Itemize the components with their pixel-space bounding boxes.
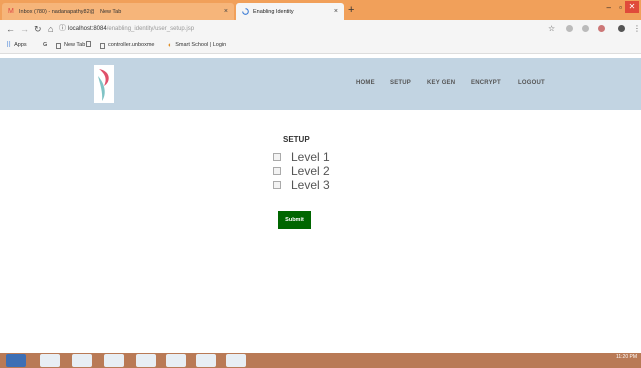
- nav-home[interactable]: HOME: [356, 80, 375, 86]
- smart-school-icon: ◐: [168, 42, 173, 49]
- address-bar: ← → ↻ ⌂ ⓘ localhost:8084/enabling_identi…: [0, 20, 641, 38]
- level-1-checkbox[interactable]: [273, 152, 281, 161]
- page-favicon-icon: [242, 8, 249, 15]
- close-icon[interactable]: ×: [334, 8, 338, 15]
- nav-setup[interactable]: SETUP: [390, 80, 411, 86]
- menu-icon[interactable]: ⋮: [633, 23, 641, 35]
- level-2-option[interactable]: Level 2: [273, 163, 330, 178]
- level-3-label: Level 3: [291, 177, 330, 192]
- reload-icon[interactable]: ↻: [34, 23, 42, 35]
- bookmark-new-tab[interactable]: New Tab: [56, 41, 85, 50]
- window-close-icon[interactable]: ✕: [625, 1, 639, 13]
- url-path: /enabling_identity/user_setup.jsp: [106, 26, 195, 32]
- bookmark-google[interactable]: G: [43, 41, 47, 50]
- tab-title: New Tab: [100, 8, 122, 15]
- bookmark-page[interactable]: [86, 41, 94, 47]
- submit-button[interactable]: Submit: [278, 211, 311, 229]
- nav-logout[interactable]: LOGOUT: [518, 80, 545, 86]
- bookmarks-bar: ⠿ Apps G New Tab controller.unboxme ◐ Sm…: [0, 38, 641, 54]
- url-host: localhost:8084: [68, 26, 107, 32]
- page-icon: [56, 42, 61, 49]
- new-tab-button[interactable]: +: [348, 3, 354, 17]
- app-taskbar-icon[interactable]: [104, 354, 124, 367]
- firefox-taskbar-icon[interactable]: [72, 354, 92, 367]
- os-taskbar: 11:20 PM: [0, 353, 641, 368]
- extension-icon[interactable]: [566, 25, 573, 32]
- back-icon[interactable]: ←: [6, 23, 15, 35]
- level-1-label: Level 1: [291, 149, 330, 164]
- bookmark-controller[interactable]: controller.unboxme: [100, 41, 154, 50]
- start-icon[interactable]: [6, 354, 26, 367]
- word-taskbar-icon[interactable]: [196, 354, 216, 367]
- level-1-option[interactable]: Level 1: [273, 149, 330, 164]
- maximize-icon[interactable]: ▫: [619, 2, 622, 14]
- bookmark-apps[interactable]: ⠿ Apps: [6, 41, 27, 50]
- url-field[interactable]: localhost:8084/enabling_identity/user_se…: [68, 23, 194, 35]
- gmail-icon: M: [8, 8, 14, 15]
- folder-taskbar-icon[interactable]: [136, 354, 156, 367]
- nav-encrypt[interactable]: ENCRYPT: [471, 80, 501, 86]
- level-3-checkbox[interactable]: [273, 180, 281, 189]
- setup-title: SETUP: [283, 135, 310, 144]
- nav-key-gen[interactable]: KEY GEN: [427, 80, 455, 86]
- extension-icon[interactable]: [582, 25, 589, 32]
- minimize-icon[interactable]: –: [607, 2, 611, 14]
- info-icon[interactable]: ⓘ: [59, 23, 66, 35]
- page-icon: [86, 41, 91, 47]
- browser-tab-strip: M Inbox (780) - nadanapathy82@g New Tab …: [0, 0, 641, 20]
- bookmark-smart-school[interactable]: ◐ Smart School | Login: [168, 41, 226, 50]
- page-icon: [100, 42, 105, 49]
- google-icon: G: [43, 42, 48, 48]
- system-clock[interactable]: 11:20 PM: [616, 355, 637, 360]
- forward-icon[interactable]: →: [20, 23, 29, 35]
- app-taskbar-icon[interactable]: [226, 354, 246, 367]
- chrome-taskbar-icon[interactable]: [40, 354, 60, 367]
- bookmark-star-icon[interactable]: ☆: [548, 23, 555, 35]
- level-2-label: Level 2: [291, 163, 330, 178]
- apps-grid-icon: ⠿: [6, 42, 12, 49]
- app-taskbar-icon[interactable]: [166, 354, 186, 367]
- profile-icon[interactable]: [618, 25, 625, 32]
- tab-new-tab[interactable]: New Tab ×: [94, 3, 234, 20]
- tab-title: Inbox (780) - nadanapathy82@g: [19, 8, 99, 15]
- level-2-checkbox[interactable]: [273, 166, 281, 175]
- home-icon[interactable]: ⌂: [48, 23, 53, 35]
- level-3-option[interactable]: Level 3: [273, 177, 330, 192]
- close-icon[interactable]: ×: [224, 8, 228, 15]
- tab-title: Enabling Identity: [253, 8, 294, 15]
- extension-icon[interactable]: [598, 25, 605, 32]
- tab-enabling-identity[interactable]: Enabling Identity ×: [236, 3, 344, 20]
- site-logo-icon[interactable]: [93, 64, 115, 104]
